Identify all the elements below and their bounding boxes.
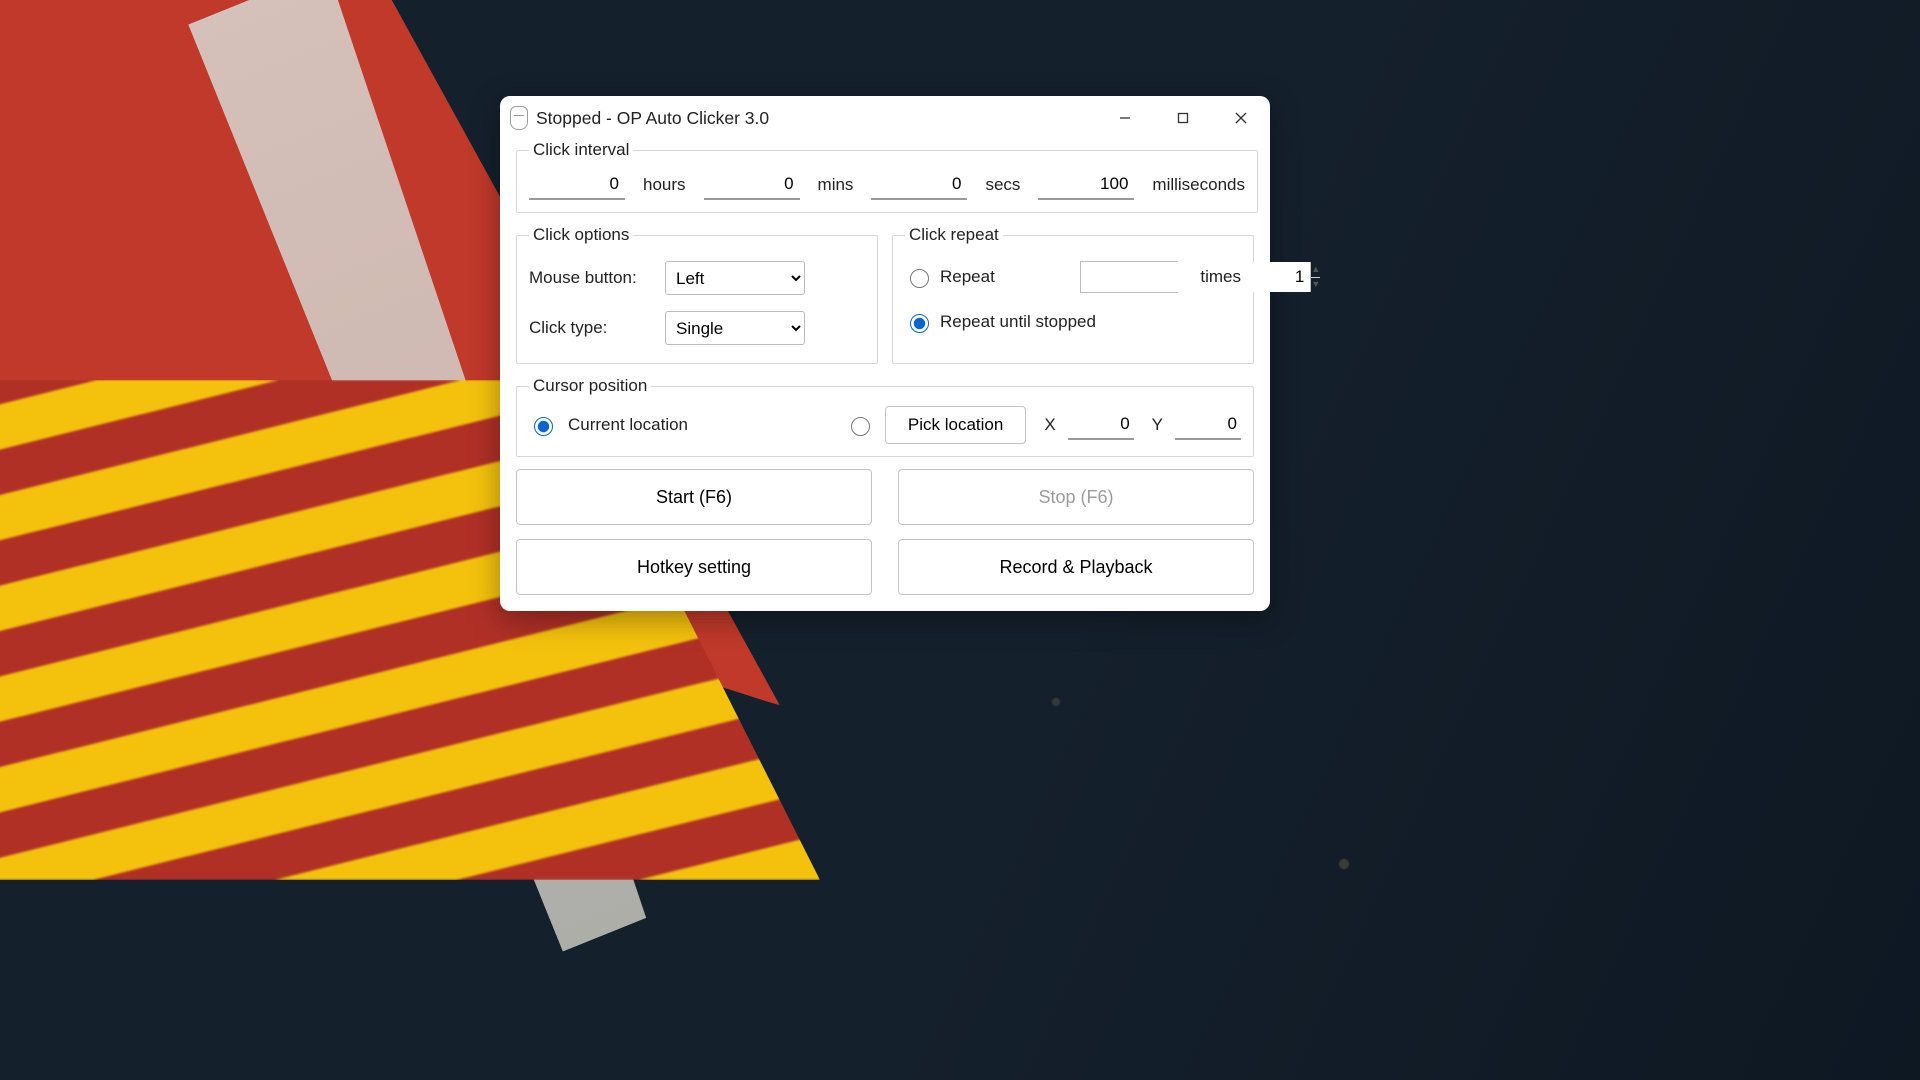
cursor-position-legend: Cursor position (529, 376, 651, 396)
record-playback-button[interactable]: Record & Playback (898, 539, 1254, 595)
click-type-select[interactable]: Single (665, 311, 805, 345)
click-repeat-legend: Click repeat (905, 225, 1003, 245)
x-label: X (1044, 415, 1055, 435)
hotkey-setting-button[interactable]: Hotkey setting (516, 539, 872, 595)
x-input[interactable] (1068, 410, 1134, 440)
repeat-until-stopped-radio[interactable] (910, 314, 929, 333)
window-title: Stopped - OP Auto Clicker 3.0 (536, 108, 769, 129)
mouse-button-select[interactable]: Left (665, 261, 805, 295)
click-options-group: Click options Mouse button: Left Click t… (516, 225, 878, 364)
stop-button[interactable]: Stop (F6) (898, 469, 1254, 525)
click-options-legend: Click options (529, 225, 633, 245)
y-label: Y (1152, 415, 1163, 435)
mins-input[interactable] (704, 170, 800, 200)
mouse-button-label: Mouse button: (529, 268, 665, 288)
pick-location-button[interactable]: Pick location (885, 406, 1026, 444)
milliseconds-unit: milliseconds (1152, 175, 1245, 195)
repeat-count-input[interactable] (1081, 262, 1310, 292)
spinner-down-icon[interactable]: ▼ (1311, 278, 1320, 293)
repeat-count-spinner[interactable]: ▲ ▼ (1080, 261, 1178, 293)
secs-unit: secs (985, 175, 1020, 195)
close-icon (1235, 112, 1247, 124)
current-location-label: Current location (568, 415, 688, 435)
mouse-icon (510, 106, 528, 130)
spinner-up-icon[interactable]: ▲ (1311, 262, 1320, 278)
mins-unit: mins (818, 175, 854, 195)
repeat-until-stopped-label: Repeat until stopped (940, 312, 1096, 332)
app-window: Stopped - OP Auto Clicker 3.0 Click inte… (500, 96, 1270, 611)
start-button[interactable]: Start (F6) (516, 469, 872, 525)
click-repeat-group: Click repeat Repeat ▲ ▼ times (892, 225, 1254, 364)
current-location-radio[interactable] (534, 417, 553, 436)
minimize-button[interactable] (1096, 96, 1154, 140)
click-type-label: Click type: (529, 318, 665, 338)
maximize-icon (1177, 112, 1189, 124)
maximize-button[interactable] (1154, 96, 1212, 140)
minimize-icon (1119, 112, 1131, 124)
secs-input[interactable] (871, 170, 967, 200)
times-label: times (1200, 267, 1241, 287)
milliseconds-input[interactable] (1038, 170, 1134, 200)
y-input[interactable] (1175, 410, 1241, 440)
repeat-label: Repeat (940, 267, 995, 287)
titlebar[interactable]: Stopped - OP Auto Clicker 3.0 (500, 96, 1270, 140)
close-button[interactable] (1212, 96, 1270, 140)
cursor-position-group: Cursor position Current location Pick lo… (516, 376, 1254, 457)
hours-input[interactable] (529, 170, 625, 200)
repeat-n-times-radio[interactable] (910, 269, 929, 288)
click-interval-group: Click interval hours mins secs milliseco… (516, 140, 1258, 213)
click-interval-legend: Click interval (529, 140, 633, 160)
hours-unit: hours (643, 175, 686, 195)
pick-location-radio[interactable] (851, 417, 870, 436)
